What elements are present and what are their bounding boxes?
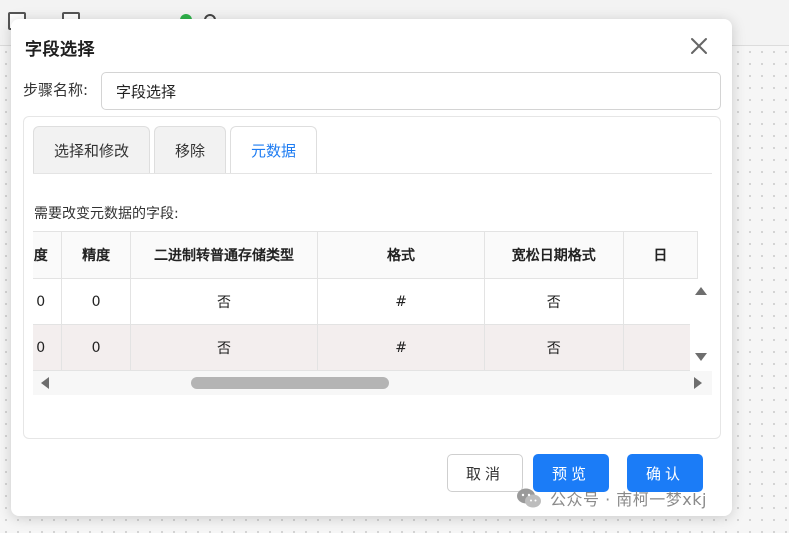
watermark-text: 公众号 · 南柯一梦xkj xyxy=(550,490,707,509)
cell-precision[interactable]: 0 xyxy=(61,324,131,371)
cell-lenient-date[interactable]: 否 xyxy=(483,324,624,371)
metadata-table: 度 精度 二进制转普通存储类型 格式 宽松日期格式 日 0 0 否 # 否 0 … xyxy=(33,231,699,371)
horizontal-scroll-thumb[interactable] xyxy=(191,377,389,389)
header-date-truncated[interactable]: 日 xyxy=(622,231,699,279)
metadata-table-container: 度 精度 二进制转普通存储类型 格式 宽松日期格式 日 0 0 否 # 否 0 … xyxy=(33,231,712,395)
close-button[interactable] xyxy=(688,35,710,57)
arrow-down-icon[interactable] xyxy=(695,353,707,361)
metadata-fields-label: 需要改变元数据的字段: xyxy=(34,206,179,222)
cell-binary-to-normal[interactable]: 否 xyxy=(129,278,319,325)
cell-length[interactable]: 0 xyxy=(33,324,63,371)
cell-binary-to-normal[interactable]: 否 xyxy=(129,324,319,371)
horizontal-scrollbar[interactable] xyxy=(33,371,712,395)
arrow-left-icon[interactable] xyxy=(41,377,49,389)
header-lenient-date[interactable]: 宽松日期格式 xyxy=(483,231,624,279)
cell-date-truncated[interactable] xyxy=(622,324,699,371)
cancel-button[interactable]: 取消 xyxy=(447,454,523,492)
tab-metadata[interactable]: 元数据 xyxy=(230,126,318,174)
tab-bar: 选择和修改 移除 元数据 xyxy=(33,126,321,174)
cell-length[interactable]: 0 xyxy=(33,278,63,325)
table-row[interactable]: 0 0 否 # 否 xyxy=(33,324,699,371)
tab-remove[interactable]: 移除 xyxy=(154,126,227,174)
dialog-title: 字段选择 xyxy=(25,40,95,60)
step-name-label: 步骤名称: xyxy=(23,81,89,99)
close-icon xyxy=(691,38,707,54)
cell-lenient-date[interactable]: 否 xyxy=(483,278,624,325)
cell-format[interactable]: # xyxy=(317,324,485,371)
header-binary-to-normal[interactable]: 二进制转普通存储类型 xyxy=(129,231,319,279)
cell-format[interactable]: # xyxy=(317,278,485,325)
vertical-scrollbar[interactable] xyxy=(690,279,712,371)
arrow-right-icon[interactable] xyxy=(694,377,702,389)
arrow-up-icon[interactable] xyxy=(695,287,707,295)
tab-select-and-modify[interactable]: 选择和修改 xyxy=(33,126,151,174)
field-select-dialog: 字段选择 步骤名称: 选择和修改 移除 元数据 需要改变元数据的字段: xyxy=(11,19,732,516)
table-row[interactable]: 0 0 否 # 否 xyxy=(33,278,699,325)
watermark: 公众号 · 南柯一梦xkj xyxy=(516,486,707,510)
cell-precision[interactable]: 0 xyxy=(61,278,131,325)
header-precision[interactable]: 精度 xyxy=(61,231,131,279)
header-format[interactable]: 格式 xyxy=(317,231,485,279)
wechat-icon xyxy=(517,488,541,508)
cell-date-truncated[interactable] xyxy=(622,278,699,325)
table-header-row: 度 精度 二进制转普通存储类型 格式 宽松日期格式 日 xyxy=(33,231,699,279)
header-length[interactable]: 度 xyxy=(33,231,63,279)
tab-divider xyxy=(33,173,712,174)
step-name-input[interactable] xyxy=(101,72,721,110)
tab-panel: 选择和修改 移除 元数据 需要改变元数据的字段: 度 精度 二进制转普通存储类型… xyxy=(23,116,721,439)
